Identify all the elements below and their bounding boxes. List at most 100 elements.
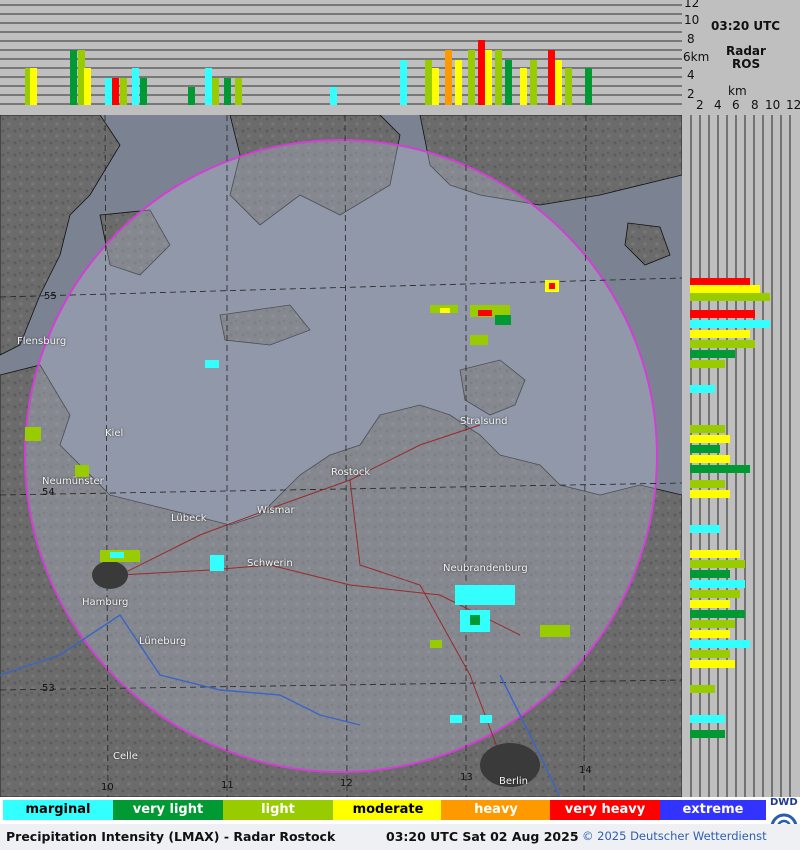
city-lueneburg: Lüneburg xyxy=(139,636,187,647)
legend-heavy: heavy xyxy=(441,800,551,820)
height-echo xyxy=(548,50,555,105)
height-unit-label: 6km xyxy=(683,50,710,64)
city-neubrandenburg: Neubrandenburg xyxy=(443,563,528,574)
side-profile-echoes xyxy=(690,278,770,738)
side-echo xyxy=(690,660,735,668)
side-echo xyxy=(690,550,740,558)
side-echo xyxy=(690,650,730,658)
radar-label: Radar xyxy=(726,44,766,58)
height-echo xyxy=(555,60,562,105)
radar-map[interactable]: Flensburg Kiel Neumünster Lübeck Wismar … xyxy=(0,115,682,797)
side-echo xyxy=(690,715,725,723)
city-flensburg: Flensburg xyxy=(17,336,67,347)
side-echo xyxy=(690,600,730,608)
x-tick-10: 10 xyxy=(765,98,781,112)
height-echo xyxy=(188,87,195,105)
lon-label-13: 13 xyxy=(460,772,473,783)
height-tick-4: 4 xyxy=(687,68,695,82)
map-canvas xyxy=(0,115,682,797)
height-echo xyxy=(455,60,462,105)
height-echo xyxy=(78,50,85,105)
side-echo xyxy=(690,480,725,488)
height-echo xyxy=(495,50,502,105)
side-height-profile xyxy=(682,115,800,797)
height-echo xyxy=(30,68,37,105)
side-profile-chart xyxy=(690,115,791,797)
station-label: ROS xyxy=(732,57,761,71)
city-luebeck: Lübeck xyxy=(171,513,207,524)
lon-label-10: 10 xyxy=(101,782,114,793)
city-wismar: Wismar xyxy=(257,505,295,516)
city-berlin: Berlin xyxy=(499,776,529,787)
footer-timestamp: 03:20 UTC Sat 02 Aug 2025 xyxy=(386,829,579,844)
side-echo xyxy=(690,278,750,286)
height-echo xyxy=(478,40,485,105)
height-echo xyxy=(112,78,119,105)
height-echo xyxy=(235,78,242,105)
side-echo xyxy=(690,685,715,693)
height-echo xyxy=(120,78,127,105)
header-time: 03:20 UTC xyxy=(711,19,781,33)
height-echo xyxy=(468,50,475,105)
height-echo xyxy=(105,78,112,105)
side-echo xyxy=(690,445,720,453)
side-echo xyxy=(690,340,755,348)
city-celle: Celle xyxy=(113,751,138,762)
side-echo xyxy=(690,610,745,618)
side-echo xyxy=(690,360,725,368)
side-echo xyxy=(690,640,750,648)
height-echo xyxy=(505,60,512,105)
height-echo xyxy=(425,60,432,105)
side-echo xyxy=(690,560,745,568)
height-tick-8: 8 xyxy=(687,32,695,46)
lat-label-55: 55 xyxy=(44,291,57,302)
height-tick-2: 2 xyxy=(687,87,695,101)
city-schwerin: Schwerin xyxy=(247,558,293,569)
side-echo xyxy=(690,385,715,393)
km-label: km xyxy=(728,84,747,98)
side-echo xyxy=(690,310,755,318)
side-echo xyxy=(690,330,750,338)
hamburg-urban xyxy=(92,561,128,589)
height-echo xyxy=(140,78,147,105)
height-echo xyxy=(485,50,492,105)
side-echo xyxy=(690,435,730,443)
city-kiel: Kiel xyxy=(105,428,124,439)
height-profile-chart xyxy=(0,4,682,105)
footer-title: Precipitation Intensity (LMAX) - Radar R… xyxy=(6,829,336,844)
city-stralsund: Stralsund xyxy=(460,416,508,427)
height-echo xyxy=(132,68,139,105)
legend-light: light xyxy=(223,800,333,820)
x-tick-8: 8 xyxy=(751,98,759,112)
height-tick-10: 10 xyxy=(684,13,700,27)
height-echo xyxy=(224,78,231,105)
height-echo xyxy=(530,60,537,105)
side-echo xyxy=(690,350,735,358)
side-echo xyxy=(690,525,720,533)
x-tick-4: 4 xyxy=(714,98,722,112)
height-profile-panel: 03:20 UTC Radar ROS 6km 12 10 8 4 2 km 2… xyxy=(0,0,800,115)
height-echo xyxy=(520,68,527,105)
lat-label-53: 53 xyxy=(42,683,55,694)
height-echo xyxy=(212,78,219,105)
side-echo xyxy=(690,490,730,498)
lat-label-54: 54 xyxy=(42,487,55,498)
side-echo xyxy=(690,730,725,738)
side-echo xyxy=(690,320,770,328)
side-echo xyxy=(690,620,735,628)
side-echo xyxy=(690,285,760,293)
height-echo xyxy=(445,50,452,105)
height-echo xyxy=(400,60,407,105)
height-gridlines xyxy=(0,4,682,105)
legend-moderate: moderate xyxy=(333,800,443,820)
height-echo xyxy=(70,50,77,105)
legend-extreme: extreme xyxy=(660,800,766,820)
footer: Precipitation Intensity (LMAX) - Radar R… xyxy=(0,824,800,850)
city-rostock: Rostock xyxy=(331,467,371,478)
side-echo xyxy=(690,590,740,598)
lon-label-11: 11 xyxy=(221,780,234,791)
x-tick-2: 2 xyxy=(696,98,704,112)
height-echo xyxy=(84,68,91,105)
city-neumuenster: Neumünster xyxy=(42,476,104,487)
side-echo xyxy=(690,293,770,301)
